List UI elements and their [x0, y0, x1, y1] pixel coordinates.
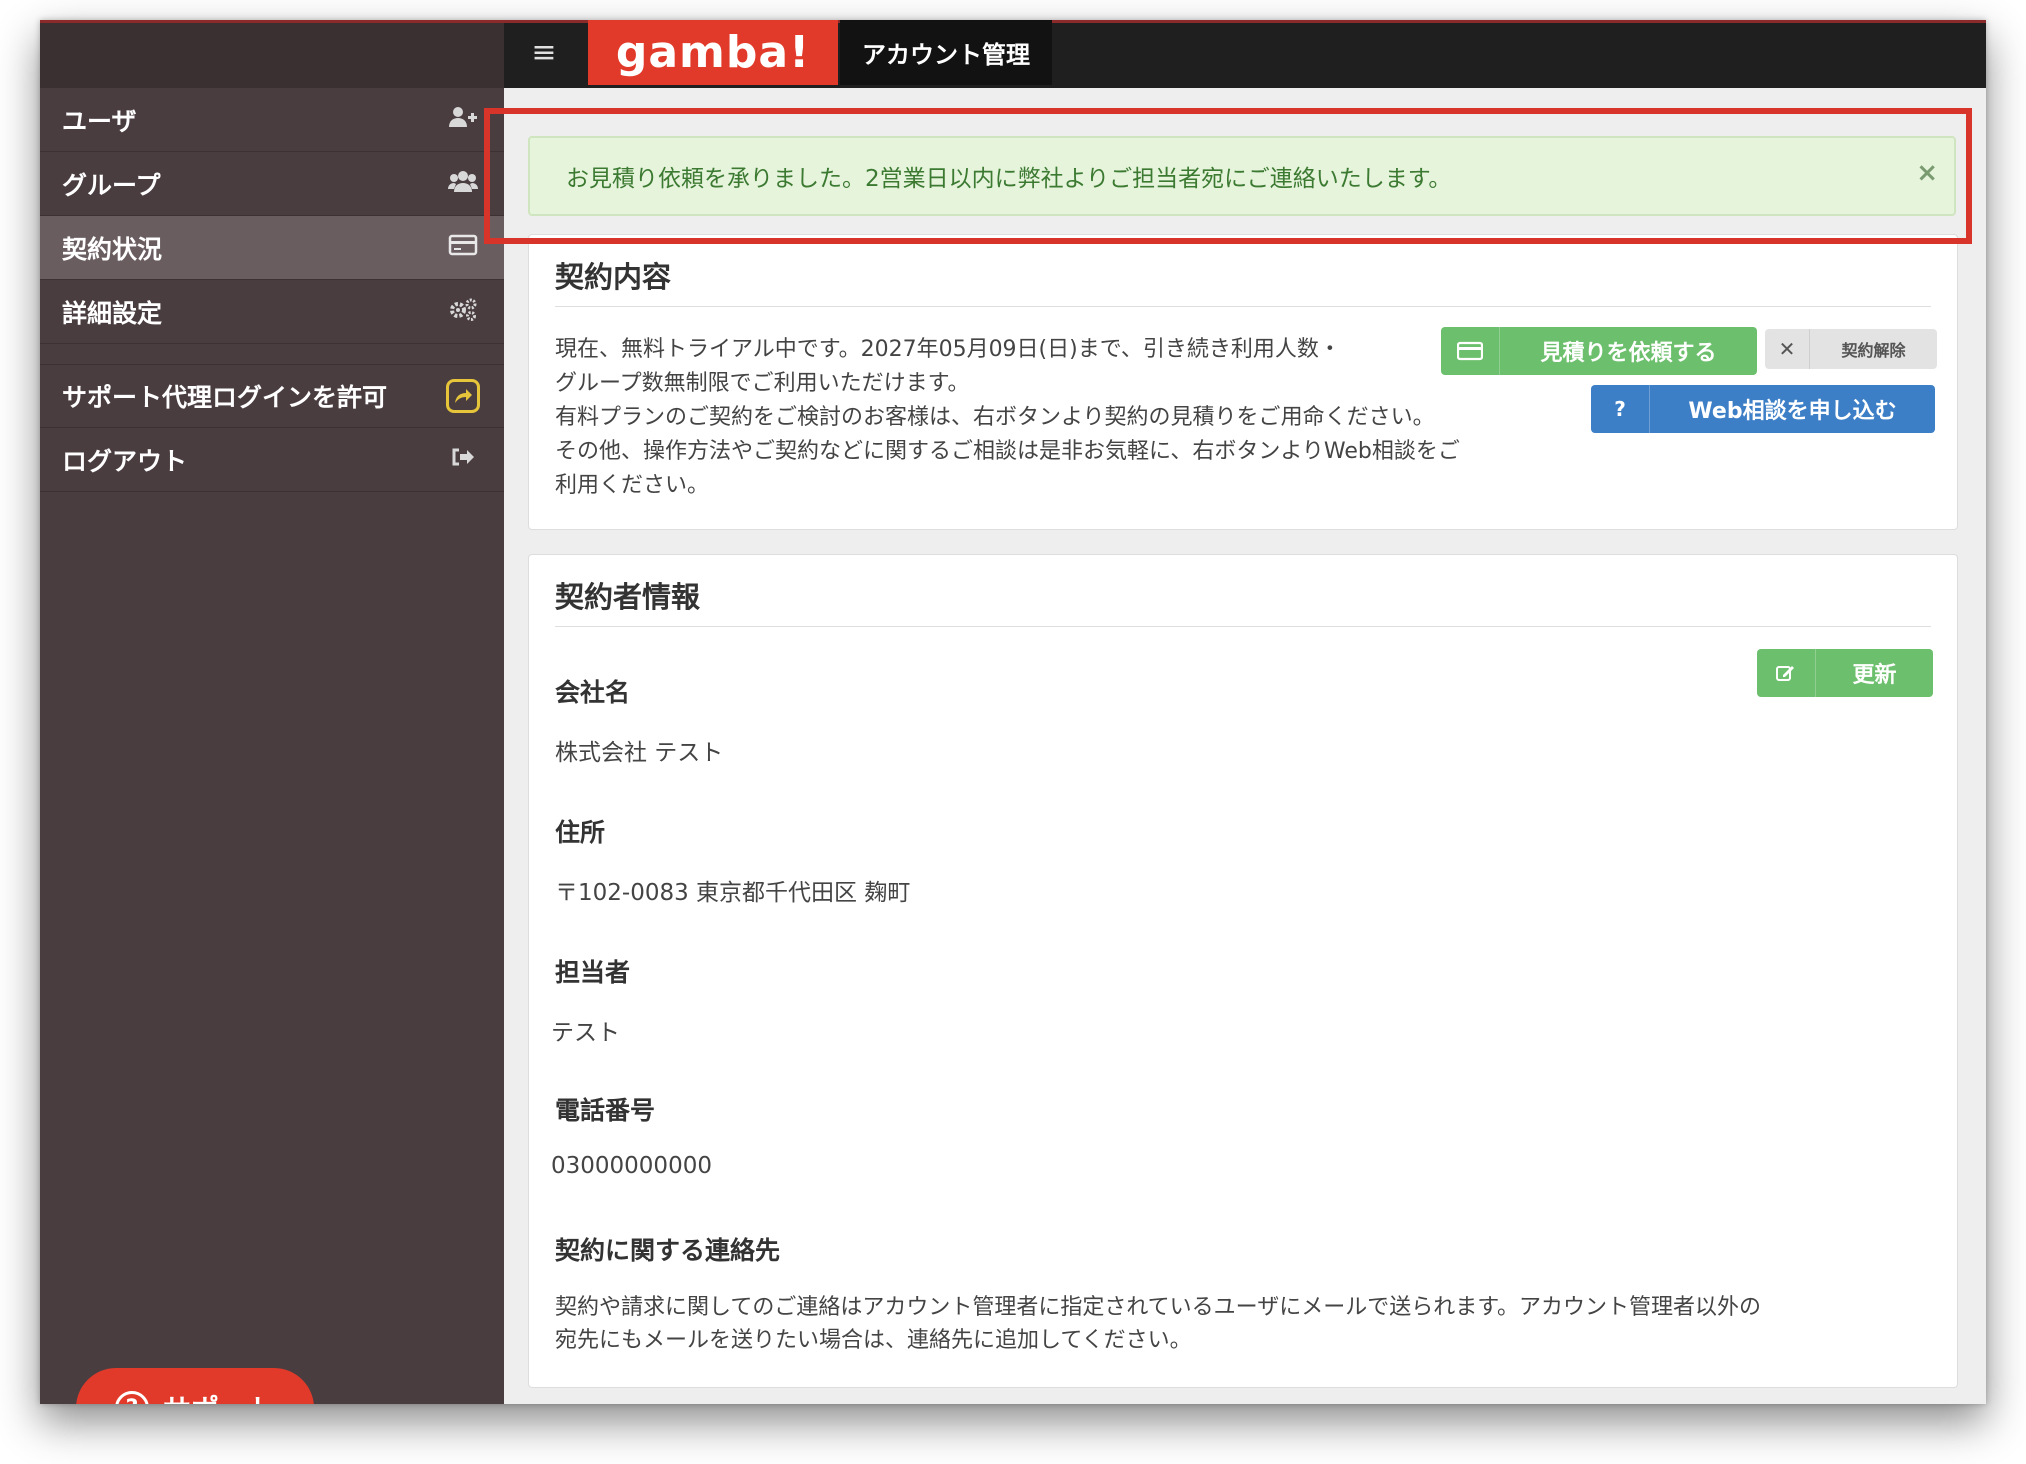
support-button[interactable]: ? サポート	[76, 1368, 314, 1404]
success-alert: お見積り依頼を承りました。2営業日以内に弊社よりご担当者宛にご連絡いたします。 …	[528, 136, 1956, 216]
sign-out-icon	[446, 446, 480, 474]
text-line: 契約や請求に関してのご連絡はアカウント管理者に指定されているユーザにメールで送ら…	[555, 1295, 1762, 1320]
page-title: アカウント管理	[840, 20, 1052, 85]
add-user-icon	[446, 105, 480, 135]
menu-toggle-icon[interactable]: ≡	[504, 20, 584, 85]
share-icon	[446, 379, 480, 413]
close-icon[interactable]: ×	[1916, 158, 1938, 188]
button-label: 契約解除	[1841, 341, 1906, 360]
app-window: ≡ gamba! アカウント管理 ユーザ グループ 契約状況 詳細設定 サポート…	[40, 20, 1986, 1404]
text-line: 現在、無料トライアル中です。2027年05月09日(日)まで、引き続き利用人数・	[555, 337, 1341, 362]
sidebar-item-users[interactable]: ユーザ	[40, 88, 504, 152]
sidebar-item-label: 詳細設定	[62, 298, 163, 328]
button-label: Web相談を申し込む	[1688, 399, 1897, 424]
company-name-label: 会社名	[555, 678, 631, 707]
text-line: 利用ください。	[555, 473, 710, 498]
sidebar-item-label: サポート代理ログインを許可	[62, 383, 388, 412]
sidebar-item-advanced-settings[interactable]: 詳細設定	[40, 280, 504, 344]
help-icon: ?	[114, 1391, 149, 1404]
phone-value: 03000000000	[551, 1153, 712, 1179]
text-line: その他、操作方法やご契約などに関するご相談は是非お気軽に、右ボタンよりWeb相談…	[555, 439, 1460, 464]
phone-label: 電話番号	[555, 1096, 656, 1125]
credit-card-icon	[1441, 327, 1500, 375]
address-label: 住所	[555, 818, 606, 847]
contract-panel: 契約内容 現在、無料トライアル中です。2027年05月09日(日)まで、引き続き…	[528, 234, 1958, 530]
panel-title: 契約者情報	[555, 555, 1931, 627]
cancel-contract-button[interactable]: ✕ 契約解除	[1765, 329, 1937, 369]
contract-description: 現在、無料トライアル中です。2027年05月09日(日)まで、引き続き利用人数・…	[555, 333, 1595, 503]
sidebar-header	[40, 20, 504, 88]
text-line: 有料プランのご契約をご検討のお客様は、右ボタンより契約の見積りをご用命ください。	[555, 405, 1435, 430]
sidebar-item-allow-support-login[interactable]: サポート代理ログインを許可	[40, 364, 504, 428]
button-label: 見積りを依頼する	[1540, 341, 1717, 366]
support-button-label: サポート	[163, 1388, 275, 1404]
address-value: 〒102-0083 東京都千代田区 麹町	[555, 880, 911, 906]
gears-icon	[446, 297, 480, 327]
sidebar-item-groups[interactable]: グループ	[40, 152, 504, 216]
sidebar-item-label: ログアウト	[62, 446, 188, 476]
sidebar-item-contract-status[interactable]: 契約状況	[40, 216, 504, 280]
sidebar-item-label: 契約状況	[62, 234, 163, 264]
group-icon	[446, 169, 480, 199]
contact-person-label: 担当者	[555, 958, 631, 987]
brand-logo[interactable]: gamba!	[588, 20, 838, 85]
contract-contact-description: 契約や請求に関してのご連絡はアカウント管理者に指定されているユーザにメールで送ら…	[555, 1291, 1935, 1357]
panel-title: 契約内容	[555, 235, 1931, 307]
sidebar-item-label: グループ	[62, 170, 161, 200]
contractor-panel: 契約者情報 更新 会社名 株式会社 テスト 住所 〒102-0083 東京都千代…	[528, 554, 1958, 1388]
edit-icon	[1757, 649, 1816, 697]
credit-card-icon	[446, 233, 480, 263]
close-icon: ✕	[1765, 329, 1810, 369]
contract-contact-label: 契約に関する連絡先	[555, 1236, 781, 1265]
sidebar-item-label: ユーザ	[62, 106, 137, 136]
sidebar: ユーザ グループ 契約状況 詳細設定 サポート代理ログインを許可 ログアウト	[40, 88, 504, 1404]
update-button[interactable]: 更新	[1757, 649, 1933, 697]
request-quote-button[interactable]: 見積りを依頼する	[1441, 327, 1757, 375]
text-line: 宛先にもメールを送りたい場合は、連絡先に追加してください。	[555, 1328, 1192, 1353]
button-label: 更新	[1852, 663, 1897, 688]
question-icon: ?	[1591, 385, 1650, 433]
company-name-value: 株式会社 テスト	[555, 740, 724, 766]
main-content: 契約内容 現在、無料トライアル中です。2027年05月09日(日)まで、引き続き…	[484, 88, 1986, 1404]
alert-message: お見積り依頼を承りました。2営業日以内に弊社よりご担当者宛にご連絡いたします。	[566, 166, 1452, 192]
web-consultation-button[interactable]: ? Web相談を申し込む	[1591, 385, 1935, 433]
sidebar-item-logout[interactable]: ログアウト	[40, 428, 504, 492]
text-line: グループ数無制限でご利用いただけます。	[555, 371, 970, 396]
contact-person-value: テスト	[551, 1020, 620, 1046]
